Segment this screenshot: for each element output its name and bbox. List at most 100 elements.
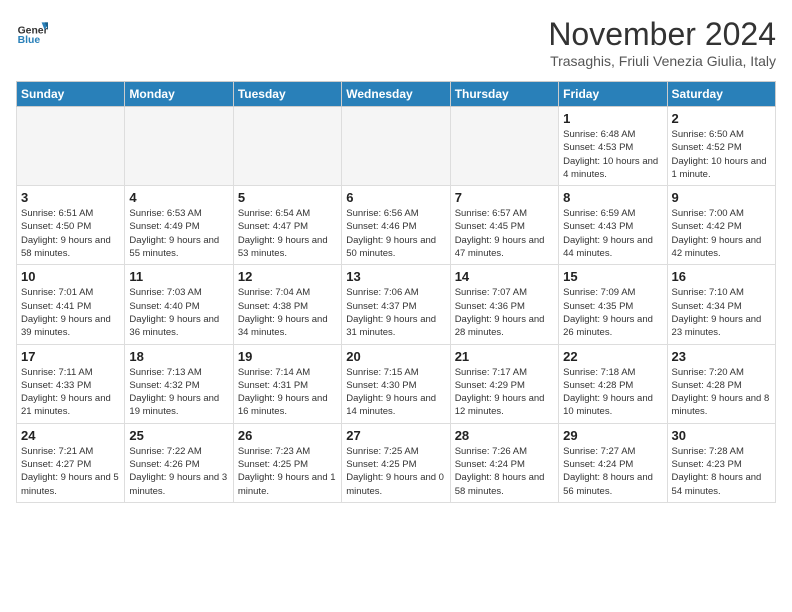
calendar-day-header: Wednesday: [342, 82, 450, 107]
day-info: Sunrise: 7:00 AM Sunset: 4:42 PM Dayligh…: [672, 207, 771, 260]
calendar-day-cell: 24 Sunrise: 7:21 AM Sunset: 4:27 PM Dayli…: [17, 423, 125, 502]
day-number: 29: [563, 428, 662, 443]
day-info: Sunrise: 6:54 AM Sunset: 4:47 PM Dayligh…: [238, 207, 337, 260]
day-number: 9: [672, 190, 771, 205]
calendar-day-header: Friday: [559, 82, 667, 107]
calendar-week-row: 17 Sunrise: 7:11 AM Sunset: 4:33 PM Dayli…: [17, 344, 776, 423]
calendar-table: SundayMondayTuesdayWednesdayThursdayFrid…: [16, 81, 776, 503]
calendar-day-cell: [17, 107, 125, 186]
day-info: Sunrise: 6:53 AM Sunset: 4:49 PM Dayligh…: [129, 207, 228, 260]
calendar-day-cell: 22 Sunrise: 7:18 AM Sunset: 4:28 PM Dayli…: [559, 344, 667, 423]
calendar-day-cell: 12 Sunrise: 7:04 AM Sunset: 4:38 PM Dayli…: [233, 265, 341, 344]
calendar-day-cell: 10 Sunrise: 7:01 AM Sunset: 4:41 PM Dayli…: [17, 265, 125, 344]
day-number: 22: [563, 349, 662, 364]
day-info: Sunrise: 7:03 AM Sunset: 4:40 PM Dayligh…: [129, 286, 228, 339]
day-number: 5: [238, 190, 337, 205]
day-number: 15: [563, 269, 662, 284]
day-number: 10: [21, 269, 120, 284]
calendar-day-cell: 11 Sunrise: 7:03 AM Sunset: 4:40 PM Dayli…: [125, 265, 233, 344]
calendar-week-row: 1Sunrise: 6:48 AM Sunset: 4:53 PM Daylig…: [17, 107, 776, 186]
day-info: Sunrise: 7:17 AM Sunset: 4:29 PM Dayligh…: [455, 366, 554, 419]
day-number: 4: [129, 190, 228, 205]
calendar-day-cell: 28 Sunrise: 7:26 AM Sunset: 4:24 PM Dayli…: [450, 423, 558, 502]
day-number: 6: [346, 190, 445, 205]
calendar-day-cell: 14 Sunrise: 7:07 AM Sunset: 4:36 PM Dayli…: [450, 265, 558, 344]
day-info: Sunrise: 7:11 AM Sunset: 4:33 PM Dayligh…: [21, 366, 120, 419]
day-number: 27: [346, 428, 445, 443]
day-number: 13: [346, 269, 445, 284]
calendar-day-cell: 20 Sunrise: 7:15 AM Sunset: 4:30 PM Dayli…: [342, 344, 450, 423]
day-number: 16: [672, 269, 771, 284]
calendar-header-row: SundayMondayTuesdayWednesdayThursdayFrid…: [17, 82, 776, 107]
day-info: Sunrise: 6:57 AM Sunset: 4:45 PM Dayligh…: [455, 207, 554, 260]
day-info: Sunrise: 6:51 AM Sunset: 4:50 PM Dayligh…: [21, 207, 120, 260]
calendar-day-cell: 4 Sunrise: 6:53 AM Sunset: 4:49 PM Daylig…: [125, 186, 233, 265]
day-info: Sunrise: 7:04 AM Sunset: 4:38 PM Dayligh…: [238, 286, 337, 339]
day-info: Sunrise: 7:28 AM Sunset: 4:23 PM Dayligh…: [672, 445, 771, 498]
month-title: November 2024: [548, 16, 776, 53]
day-info: Sunrise: 7:27 AM Sunset: 4:24 PM Dayligh…: [563, 445, 662, 498]
day-info: Sunrise: 6:59 AM Sunset: 4:43 PM Dayligh…: [563, 207, 662, 260]
calendar-day-cell: 1Sunrise: 6:48 AM Sunset: 4:53 PM Daylig…: [559, 107, 667, 186]
day-info: Sunrise: 7:26 AM Sunset: 4:24 PM Dayligh…: [455, 445, 554, 498]
calendar-day-cell: 30 Sunrise: 7:28 AM Sunset: 4:23 PM Dayli…: [667, 423, 775, 502]
day-info: Sunrise: 7:20 AM Sunset: 4:28 PM Dayligh…: [672, 366, 771, 419]
day-number: 23: [672, 349, 771, 364]
calendar-day-cell: [233, 107, 341, 186]
calendar-day-cell: 13Sunrise: 7:06 AM Sunset: 4:37 PM Dayli…: [342, 265, 450, 344]
day-info: Sunrise: 7:14 AM Sunset: 4:31 PM Dayligh…: [238, 366, 337, 419]
calendar-day-header: Thursday: [450, 82, 558, 107]
calendar-day-cell: [125, 107, 233, 186]
day-info: Sunrise: 7:13 AM Sunset: 4:32 PM Dayligh…: [129, 366, 228, 419]
calendar-day-cell: 16Sunrise: 7:10 AM Sunset: 4:34 PM Dayli…: [667, 265, 775, 344]
calendar-week-row: 24 Sunrise: 7:21 AM Sunset: 4:27 PM Dayli…: [17, 423, 776, 502]
calendar-day-cell: 27Sunrise: 7:25 AM Sunset: 4:25 PM Dayli…: [342, 423, 450, 502]
day-number: 12: [238, 269, 337, 284]
calendar-day-cell: 3 Sunrise: 6:51 AM Sunset: 4:50 PM Daylig…: [17, 186, 125, 265]
day-number: 1: [563, 111, 662, 126]
day-number: 20: [346, 349, 445, 364]
calendar-day-cell: 23 Sunrise: 7:20 AM Sunset: 4:28 PM Dayli…: [667, 344, 775, 423]
day-number: 28: [455, 428, 554, 443]
calendar-day-cell: 2Sunrise: 6:50 AM Sunset: 4:52 PM Daylig…: [667, 107, 775, 186]
location-subtitle: Trasaghis, Friuli Venezia Giulia, Italy: [548, 53, 776, 69]
day-info: Sunrise: 6:50 AM Sunset: 4:52 PM Dayligh…: [672, 128, 771, 181]
day-info: Sunrise: 7:15 AM Sunset: 4:30 PM Dayligh…: [346, 366, 445, 419]
page-header: General Blue November 2024 Trasaghis, Fr…: [16, 16, 776, 69]
day-info: Sunrise: 7:07 AM Sunset: 4:36 PM Dayligh…: [455, 286, 554, 339]
day-info: Sunrise: 7:18 AM Sunset: 4:28 PM Dayligh…: [563, 366, 662, 419]
day-info: Sunrise: 7:01 AM Sunset: 4:41 PM Dayligh…: [21, 286, 120, 339]
day-number: 14: [455, 269, 554, 284]
day-number: 17: [21, 349, 120, 364]
calendar-day-cell: 18 Sunrise: 7:13 AM Sunset: 4:32 PM Dayli…: [125, 344, 233, 423]
day-number: 25: [129, 428, 228, 443]
calendar-day-cell: 5 Sunrise: 6:54 AM Sunset: 4:47 PM Daylig…: [233, 186, 341, 265]
logo-icon: General Blue: [16, 16, 48, 48]
day-info: Sunrise: 7:23 AM Sunset: 4:25 PM Dayligh…: [238, 445, 337, 498]
day-info: Sunrise: 7:21 AM Sunset: 4:27 PM Dayligh…: [21, 445, 120, 498]
calendar-day-cell: 26 Sunrise: 7:23 AM Sunset: 4:25 PM Dayli…: [233, 423, 341, 502]
day-number: 19: [238, 349, 337, 364]
day-info: Sunrise: 7:22 AM Sunset: 4:26 PM Dayligh…: [129, 445, 228, 498]
calendar-day-cell: 19 Sunrise: 7:14 AM Sunset: 4:31 PM Dayli…: [233, 344, 341, 423]
day-number: 24: [21, 428, 120, 443]
calendar-day-header: Saturday: [667, 82, 775, 107]
calendar-week-row: 10 Sunrise: 7:01 AM Sunset: 4:41 PM Dayli…: [17, 265, 776, 344]
calendar-day-header: Monday: [125, 82, 233, 107]
title-block: November 2024 Trasaghis, Friuli Venezia …: [548, 16, 776, 69]
calendar-day-cell: 6Sunrise: 6:56 AM Sunset: 4:46 PM Daylig…: [342, 186, 450, 265]
svg-text:Blue: Blue: [18, 35, 41, 46]
day-number: 26: [238, 428, 337, 443]
calendar-day-cell: 17 Sunrise: 7:11 AM Sunset: 4:33 PM Dayli…: [17, 344, 125, 423]
day-number: 7: [455, 190, 554, 205]
logo: General Blue: [16, 16, 48, 48]
calendar-day-cell: [450, 107, 558, 186]
day-number: 11: [129, 269, 228, 284]
day-number: 3: [21, 190, 120, 205]
calendar-day-cell: 9 Sunrise: 7:00 AM Sunset: 4:42 PM Daylig…: [667, 186, 775, 265]
day-number: 18: [129, 349, 228, 364]
calendar-day-header: Tuesday: [233, 82, 341, 107]
day-number: 30: [672, 428, 771, 443]
calendar-day-header: Sunday: [17, 82, 125, 107]
calendar-day-cell: 29 Sunrise: 7:27 AM Sunset: 4:24 PM Dayli…: [559, 423, 667, 502]
